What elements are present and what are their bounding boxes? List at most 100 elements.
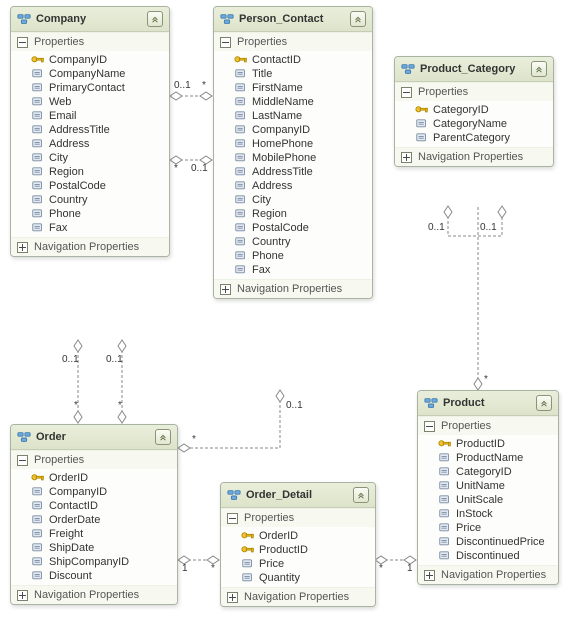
property-icon (31, 208, 45, 220)
property-row[interactable]: CategoryID (418, 465, 558, 479)
collapse-button[interactable] (155, 429, 171, 445)
property-name: ContactID (49, 500, 98, 512)
properties-header[interactable]: Properties (214, 33, 372, 51)
property-row[interactable]: OrderID (11, 471, 177, 485)
property-icon (234, 180, 248, 192)
entity-header[interactable]: Order_Detail (221, 483, 375, 508)
property-row[interactable]: OrderDate (11, 513, 177, 527)
property-row[interactable]: MiddleName (214, 95, 372, 109)
entity-title: Order_Detail (246, 489, 353, 501)
property-row[interactable]: UnitName (418, 479, 558, 493)
property-name: Price (456, 522, 481, 534)
entity-order-detail[interactable]: Order_Detail Properties OrderIDProductIDPr… (220, 482, 376, 607)
property-row[interactable]: HomePhone (214, 137, 372, 151)
minus-icon (17, 455, 28, 466)
property-row[interactable]: ShipDate (11, 541, 177, 555)
nav-properties-header[interactable]: Navigation Properties (11, 586, 177, 604)
properties-header[interactable]: Properties (395, 83, 553, 101)
property-row[interactable]: LastName (214, 109, 372, 123)
property-row[interactable]: ContactID (214, 53, 372, 67)
property-row[interactable]: ProductName (418, 451, 558, 465)
mult-label: * (118, 400, 122, 411)
entity-company[interactable]: CompanyProperties CompanyIDCompanyNamePri… (10, 6, 170, 257)
property-row[interactable]: CompanyID (214, 123, 372, 137)
mult-label: 0..1 (62, 354, 79, 365)
property-row[interactable]: ProductID (418, 437, 558, 451)
property-row[interactable]: City (214, 193, 372, 207)
property-row[interactable]: Region (11, 165, 169, 179)
entity-header[interactable]: Order (11, 425, 177, 450)
property-row[interactable]: PostalCode (214, 221, 372, 235)
property-row[interactable]: City (11, 151, 169, 165)
collapse-button[interactable] (353, 487, 369, 503)
entity-product[interactable]: ProductProperties ProductIDProductNameCat… (417, 390, 559, 585)
property-icon (31, 528, 45, 540)
property-row[interactable]: Country (11, 193, 169, 207)
property-row[interactable]: OrderID (221, 529, 375, 543)
entity-order[interactable]: OrderProperties OrderIDCompanyID ContactID… (10, 424, 178, 605)
nav-properties-section: Navigation Properties (11, 585, 177, 604)
property-row[interactable]: ParentCategory (395, 131, 553, 145)
nav-properties-header[interactable]: Navigation Properties (11, 238, 169, 256)
property-row[interactable]: Address (11, 137, 169, 151)
property-row[interactable]: Address (214, 179, 372, 193)
property-row[interactable]: Fax (214, 263, 372, 277)
property-name: ProductName (456, 452, 523, 464)
property-icon (31, 82, 45, 94)
entity-person-contact[interactable]: Person_ContactProperties ContactIDTitleFi… (213, 6, 373, 299)
properties-header[interactable]: Properties (11, 451, 177, 469)
entity-header[interactable]: Person_Contact (214, 7, 372, 32)
property-row[interactable]: CategoryID (395, 103, 553, 117)
entity-header[interactable]: Company (11, 7, 169, 32)
property-row[interactable]: CompanyName (11, 67, 169, 81)
property-row[interactable]: ShipCompanyID (11, 555, 177, 569)
property-row[interactable]: InStock (418, 507, 558, 521)
entity-icon (227, 488, 241, 502)
collapse-button[interactable] (531, 61, 547, 77)
property-row[interactable]: Discount (11, 569, 177, 583)
property-row[interactable]: MobilePhone (214, 151, 372, 165)
mult-label: 1 (182, 563, 188, 574)
property-row[interactable]: CompanyID (11, 53, 169, 67)
property-row[interactable]: Web (11, 95, 169, 109)
property-row[interactable]: AddressTitle (214, 165, 372, 179)
property-row[interactable]: Country (214, 235, 372, 249)
property-row[interactable]: Email (11, 109, 169, 123)
collapse-button[interactable] (350, 11, 366, 27)
property-row[interactable]: Title (214, 67, 372, 81)
property-row[interactable]: ContactID (11, 499, 177, 513)
property-row[interactable]: ProductID (221, 543, 375, 557)
property-row[interactable]: Quantity (221, 571, 375, 585)
property-row[interactable]: Region (214, 207, 372, 221)
nav-properties-header[interactable]: Navigation Properties (395, 148, 553, 166)
property-row[interactable]: Freight (11, 527, 177, 541)
property-row[interactable]: Phone (214, 249, 372, 263)
entity-header[interactable]: Product (418, 391, 558, 416)
collapse-button[interactable] (536, 395, 552, 411)
property-icon (234, 110, 248, 122)
collapse-button[interactable] (147, 11, 163, 27)
property-row[interactable]: UnitScale (418, 493, 558, 507)
nav-properties-header[interactable]: Navigation Properties (418, 566, 558, 584)
nav-properties-header[interactable]: Navigation Properties (221, 588, 375, 606)
property-row[interactable]: DiscontinuedPrice (418, 535, 558, 549)
entity-header[interactable]: Product_Category (395, 57, 553, 82)
nav-properties-header[interactable]: Navigation Properties (214, 280, 372, 298)
property-row[interactable]: Price (221, 557, 375, 571)
properties-header[interactable]: Properties (418, 417, 558, 435)
properties-header[interactable]: Properties (11, 33, 169, 51)
properties-section: Properties ContactIDTitleFirstNameMiddleN… (214, 32, 372, 279)
property-row[interactable]: Discontinued (418, 549, 558, 563)
property-row[interactable]: FirstName (214, 81, 372, 95)
property-row[interactable]: PrimaryContact (11, 81, 169, 95)
property-row[interactable]: AddressTitle (11, 123, 169, 137)
property-row[interactable]: CompanyID (11, 485, 177, 499)
property-row[interactable]: Price (418, 521, 558, 535)
property-row[interactable]: CategoryName (395, 117, 553, 131)
properties-header[interactable]: Properties (221, 509, 375, 527)
property-row[interactable]: Fax (11, 221, 169, 235)
property-row[interactable]: PostalCode (11, 179, 169, 193)
property-name: CompanyID (49, 486, 107, 498)
entity-product-category[interactable]: Product_CategoryProperties CategoryIDCate… (394, 56, 554, 167)
property-row[interactable]: Phone (11, 207, 169, 221)
